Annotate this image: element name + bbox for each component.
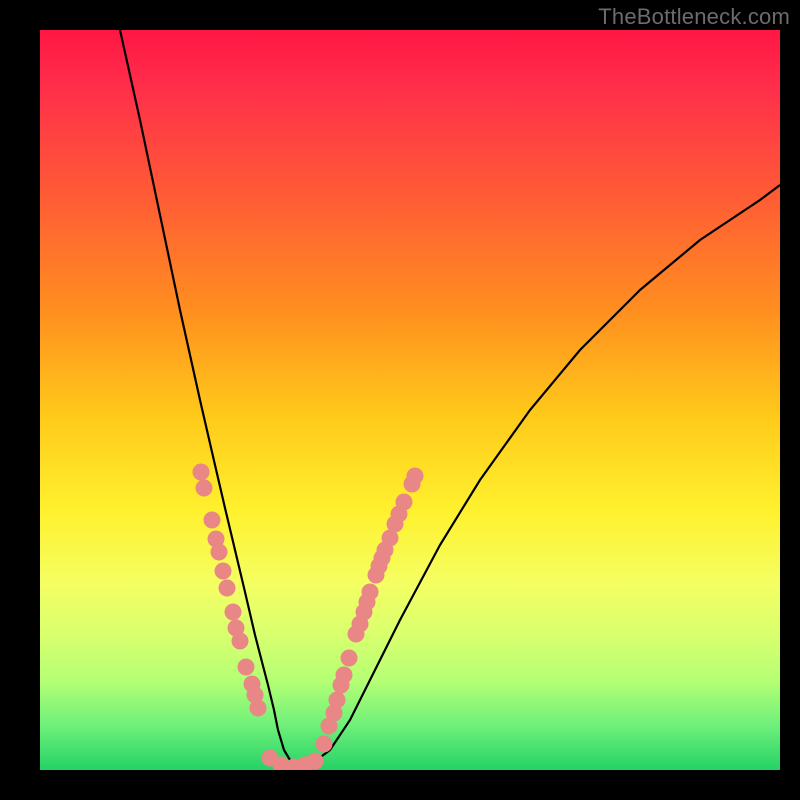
data-point [238, 659, 255, 676]
data-point [407, 468, 424, 485]
data-point [250, 700, 267, 717]
data-point [219, 580, 236, 597]
data-point [336, 667, 353, 684]
data-point [307, 753, 324, 770]
data-point [193, 464, 210, 481]
chart-svg [40, 30, 780, 770]
data-point [204, 512, 221, 529]
data-point [396, 494, 413, 511]
plot-area [40, 30, 780, 770]
watermark-text: TheBottleneck.com [598, 4, 790, 30]
data-point [316, 736, 333, 753]
data-point [232, 633, 249, 650]
data-point [211, 544, 228, 561]
data-point [362, 584, 379, 601]
data-point [341, 650, 358, 667]
data-point [215, 563, 232, 580]
data-point [329, 692, 346, 709]
data-points-group [193, 464, 424, 771]
data-point [196, 480, 213, 497]
chart-frame: TheBottleneck.com [0, 0, 800, 800]
data-point [225, 604, 242, 621]
bottleneck-curve [120, 30, 780, 765]
